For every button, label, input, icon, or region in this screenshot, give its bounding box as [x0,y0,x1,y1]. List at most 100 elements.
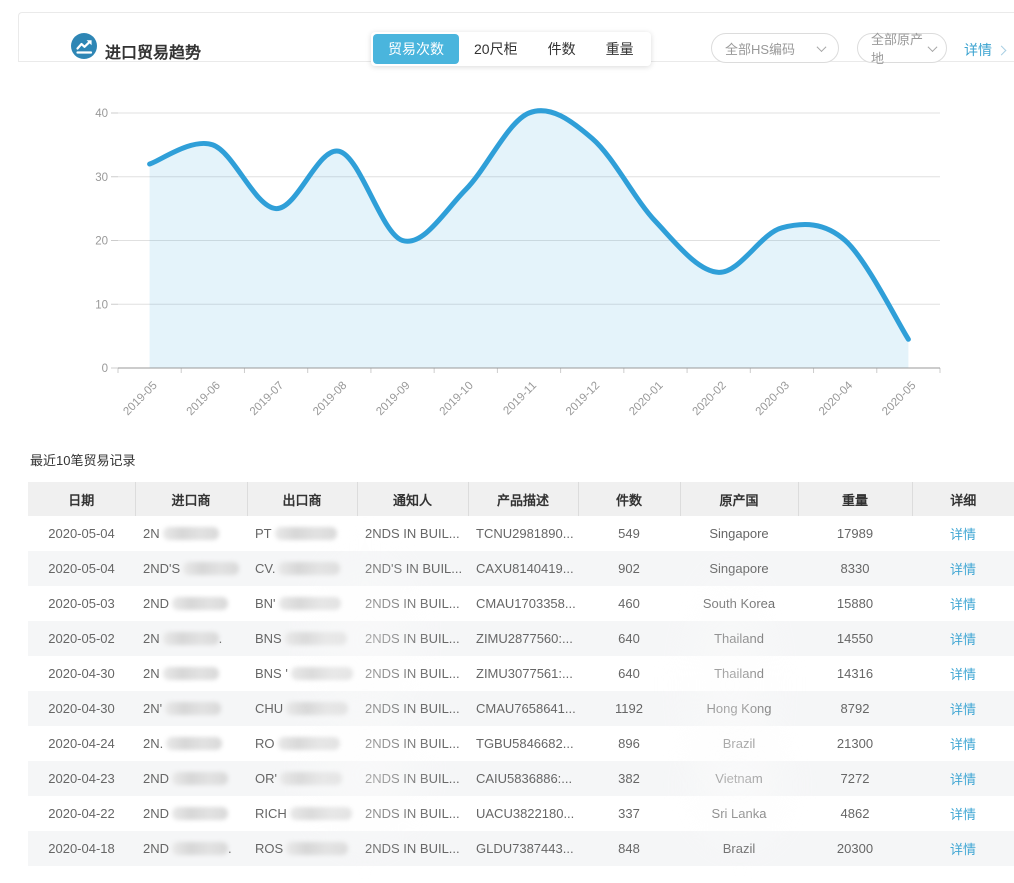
redacted-importer-name [165,702,221,715]
detail-link[interactable]: 详情 [950,562,976,577]
detail-link[interactable]: 详情 [950,667,976,682]
col-header-origin: 原产国 [680,482,798,516]
svg-text:2019-12: 2019-12 [564,380,602,418]
table-row: 2020-04-18 2ND. ROS 2NDS IN BUIL... GLDU… [28,831,1014,866]
chevron-down-icon [817,42,827,52]
cell-origin: Singapore [680,551,798,586]
svg-text:30: 30 [95,172,108,184]
cell-weight: 20300 [798,831,912,866]
trend-logo-icon [71,33,97,59]
svg-text:20: 20 [95,236,108,248]
chevron-right-icon [997,45,1007,55]
svg-text:2019-06: 2019-06 [185,380,223,418]
table-body: 2020-05-04 2N PT 2NDS IN BUIL... TCNU298… [28,516,1014,866]
cell-origin: Hong Kong [680,691,798,726]
tab-20ft-container[interactable]: 20尺柜 [459,34,533,64]
trade-trend-chart[interactable]: 0102030402019-052019-062019-072019-08201… [0,70,1014,435]
detail-link[interactable]: 详情 [950,737,976,752]
svg-text:2020-01: 2020-01 [627,380,665,418]
svg-text:2019-10: 2019-10 [438,380,476,418]
cell-product: TCNU2981890... [468,516,578,551]
table-row: 2020-04-23 2ND OR' 2NDS IN BUIL... CAIU5… [28,761,1014,796]
tab-pieces[interactable]: 件数 [533,34,591,64]
tab-weight[interactable]: 重量 [591,34,649,64]
cell-exporter: CHU [247,691,357,726]
detail-link[interactable]: 详情 [950,527,976,542]
header-detail-link[interactable]: 详情 [964,40,1005,60]
header-detail-link-label: 详情 [964,40,992,60]
cell-product: CMAU1703358... [468,586,578,621]
cell-exporter: BNS ' [247,656,357,691]
cell-weight: 14316 [798,656,912,691]
cell-pieces: 848 [578,831,680,866]
svg-text:2020-05: 2020-05 [880,380,918,418]
cell-notify: 2NDS IN BUIL... [357,831,468,866]
redacted-importer-name [172,842,228,855]
chart-area: 0102030402019-052019-062019-072019-08201… [0,70,1014,435]
tab-trade-count[interactable]: 贸易次数 [373,34,459,64]
redacted-importer-name [163,632,219,645]
header-bar: 进口贸易趋势 贸易次数 20尺柜 件数 重量 全部HS编码 全部原产地 详情 [18,12,1014,62]
cell-notify: 2NDS IN BUIL... [357,621,468,656]
redacted-importer-name [163,527,219,540]
cell-origin: Brazil [680,726,798,761]
cell-date: 2020-04-30 [28,656,135,691]
hs-code-select[interactable]: 全部HS编码 [711,33,839,63]
cell-notify: 2NDS IN BUIL... [357,796,468,831]
redacted-exporter-name [275,527,337,540]
detail-link[interactable]: 详情 [950,597,976,612]
svg-text:2019-11: 2019-11 [501,380,539,418]
cell-importer: 2N [135,516,247,551]
redacted-exporter-name [279,597,341,610]
cell-importer: 2N. [135,621,247,656]
redacted-exporter-name [286,702,348,715]
redacted-exporter-name [280,772,342,785]
cell-date: 2020-05-03 [28,586,135,621]
cell-origin: Brazil [680,831,798,866]
cell-weight: 21300 [798,726,912,761]
svg-text:2019-05: 2019-05 [121,380,159,418]
svg-text:2020-03: 2020-03 [754,380,792,418]
cell-pieces: 640 [578,656,680,691]
redacted-importer-name [172,597,228,610]
cell-importer: 2N [135,656,247,691]
cell-date: 2020-05-02 [28,621,135,656]
svg-text:0: 0 [102,363,108,375]
table-row: 2020-04-22 2ND RICH 2NDS IN BUIL... UACU… [28,796,1014,831]
col-header-detail: 详细 [912,482,1014,516]
cell-weight: 8792 [798,691,912,726]
cell-date: 2020-05-04 [28,551,135,586]
col-header-pieces: 件数 [578,482,680,516]
cell-weight: 15880 [798,586,912,621]
cell-origin: Singapore [680,516,798,551]
detail-link[interactable]: 详情 [950,772,976,787]
cell-product: ZIMU3077561:... [468,656,578,691]
cell-origin: Thailand [680,621,798,656]
recent-records-title: 最近10笔贸易记录 [30,450,135,469]
cell-date: 2020-04-24 [28,726,135,761]
table-header-row: 日期 进口商 出口商 通知人 产品描述 件数 原产国 重量 详细 [28,482,1014,516]
table-row: 2020-04-30 2N' CHU 2NDS IN BUIL... CMAU7… [28,691,1014,726]
cell-product: CAIU5836886:... [468,761,578,796]
cell-pieces: 902 [578,551,680,586]
cell-origin: South Korea [680,586,798,621]
origin-select[interactable]: 全部原产地 [857,33,947,63]
detail-link[interactable]: 详情 [950,702,976,717]
cell-weight: 17989 [798,516,912,551]
import-trade-trend-page: 进口贸易趋势 贸易次数 20尺柜 件数 重量 全部HS编码 全部原产地 详情 0… [0,0,1014,883]
table-row: 2020-04-30 2N BNS ' 2NDS IN BUIL... ZIMU… [28,656,1014,691]
redacted-importer-name [172,772,228,785]
cell-weight: 7272 [798,761,912,796]
cell-exporter: BNS [247,621,357,656]
detail-link[interactable]: 详情 [950,842,976,857]
detail-link[interactable]: 详情 [950,807,976,822]
cell-notify: 2NDS IN BUIL... [357,691,468,726]
cell-weight: 14550 [798,621,912,656]
origin-select-value: 全部原产地 [871,29,923,67]
cell-product: CAXU8140419... [468,551,578,586]
cell-product: GLDU7387443... [468,831,578,866]
table-row: 2020-04-24 2N. RO 2NDS IN BUIL... TGBU58… [28,726,1014,761]
cell-product: ZIMU2877560:... [468,621,578,656]
detail-link[interactable]: 详情 [950,632,976,647]
cell-origin: Vietnam [680,761,798,796]
